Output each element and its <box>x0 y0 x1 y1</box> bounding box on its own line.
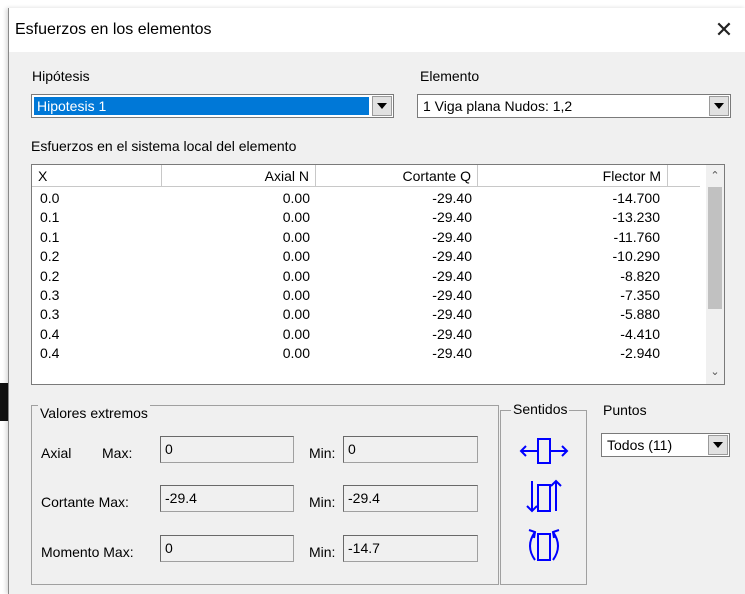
cortante-max-field: -29.4 <box>160 485 294 512</box>
table-row[interactable]: 0.4 0.00 -29.40 -4.410 <box>32 325 700 344</box>
puntos-dropdown-button[interactable] <box>708 435 728 455</box>
cell-flector: -5.880 <box>620 306 660 323</box>
puntos-dropdown[interactable]: Todos (11) <box>601 433 730 457</box>
table-rows: 0.0 0.00 -29.40 -14.700 0.1 0.00 -29.40 -13.23… <box>32 189 700 364</box>
chevron-down-icon <box>713 442 723 448</box>
table-row[interactable]: 0.1 0.00 -29.40 -11.760 <box>32 228 700 247</box>
momento-max-label: Momento Max: <box>41 544 134 560</box>
table-row[interactable]: 0.3 0.00 -29.40 -7.350 <box>32 286 700 305</box>
chevron-down-icon <box>714 103 724 109</box>
cortante-min-label: Min: <box>309 494 336 510</box>
background-edge <box>0 383 8 421</box>
cell-flector: -10.290 <box>612 248 660 265</box>
column-header-cortante[interactable]: Cortante Q <box>316 165 478 187</box>
elemento-dropdown-button[interactable] <box>709 96 729 116</box>
hipotesis-label: Hipótesis <box>32 68 90 84</box>
cortante-min-field: -29.4 <box>343 485 478 512</box>
axial-max-label: Max: <box>102 445 133 461</box>
hipotesis-value: Hipotesis 1 <box>34 97 369 115</box>
puntos-value: Todos (11) <box>607 437 673 453</box>
column-header-axial[interactable]: Axial N <box>162 165 316 187</box>
shear-direction-svg <box>526 479 562 513</box>
title-bar: Esfuerzos en los elementos ✕ <box>9 8 745 52</box>
table-row[interactable]: 0.2 0.00 -29.40 -8.820 <box>32 267 700 286</box>
axial-min-field: 0 <box>343 436 478 463</box>
cell-flector: -4.410 <box>620 325 660 342</box>
sentidos-title: Sentidos <box>511 401 570 417</box>
cortante-max-label: Cortante Max: <box>41 494 129 510</box>
axial-max-field: 0 <box>160 436 294 463</box>
window-title: Esfuerzos en los elementos <box>15 21 212 38</box>
hipotesis-dropdown-button[interactable] <box>372 96 392 116</box>
momento-max-field: 0 <box>160 535 294 562</box>
table-row[interactable]: 0.1 0.00 -29.40 -13.230 <box>32 208 700 227</box>
shear-direction-icon[interactable] <box>517 477 575 517</box>
chevron-down-icon <box>377 103 387 109</box>
elemento-dropdown[interactable]: 1 Viga plana Nudos: 1,2 <box>417 94 731 118</box>
table-row[interactable]: 0.3 0.00 -29.40 -5.880 <box>32 305 700 324</box>
cell-flector: -2.940 <box>620 345 660 362</box>
table-caption: Esfuerzos en el sistema local del elemen… <box>31 138 297 154</box>
moment-direction-icon[interactable] <box>517 526 575 566</box>
puntos-label: Puntos <box>603 402 647 418</box>
moment-direction-svg <box>528 529 560 561</box>
elemento-value: 1 Viga plana Nudos: 1,2 <box>423 98 573 114</box>
cell-flector: -13.230 <box>612 209 660 226</box>
table-row[interactable]: 0.4 0.00 -29.40 -2.940 <box>32 344 700 363</box>
scrollbar-thumb[interactable] <box>708 187 722 309</box>
column-header-flector[interactable]: Flector M <box>478 165 668 187</box>
cell-flector: -11.760 <box>613 228 660 245</box>
table-scrollbar[interactable]: ⌃ ⌄ <box>706 165 724 384</box>
table-row[interactable]: 0.2 0.00 -29.40 -10.290 <box>32 247 700 266</box>
stress-table[interactable]: X Axial N Cortante Q Flector M 0.0 0.00 -2… <box>31 164 725 385</box>
axial-direction-svg <box>519 438 569 464</box>
cell-flector: -7.350 <box>620 286 660 303</box>
axial-direction-icon[interactable] <box>517 431 575 471</box>
column-header-x[interactable]: X <box>32 165 162 187</box>
axial-min-label: Min: <box>309 445 336 461</box>
dialog-window: Esfuerzos en los elementos ✕ Hipótesis H… <box>8 8 745 594</box>
close-button[interactable]: ✕ <box>710 16 738 44</box>
elemento-label: Elemento <box>420 68 480 84</box>
hipotesis-dropdown[interactable]: Hipotesis 1 <box>31 94 394 118</box>
momento-min-field: -14.7 <box>343 535 478 562</box>
axial-label: Axial <box>41 445 72 461</box>
cell-flector: -14.700 <box>612 190 660 206</box>
scroll-up-icon[interactable]: ⌃ <box>706 167 724 185</box>
column-header-filler <box>668 165 700 187</box>
valores-extremos-title: Valores extremos <box>38 405 150 421</box>
table-row[interactable]: 0.0 0.00 -29.40 -14.700 <box>32 189 700 208</box>
cell-flector: -8.820 <box>620 267 660 284</box>
scroll-down-icon[interactable]: ⌄ <box>706 363 724 381</box>
momento-min-label: Min: <box>309 544 336 560</box>
table-header: X Axial N Cortante Q Flector M <box>32 165 700 188</box>
